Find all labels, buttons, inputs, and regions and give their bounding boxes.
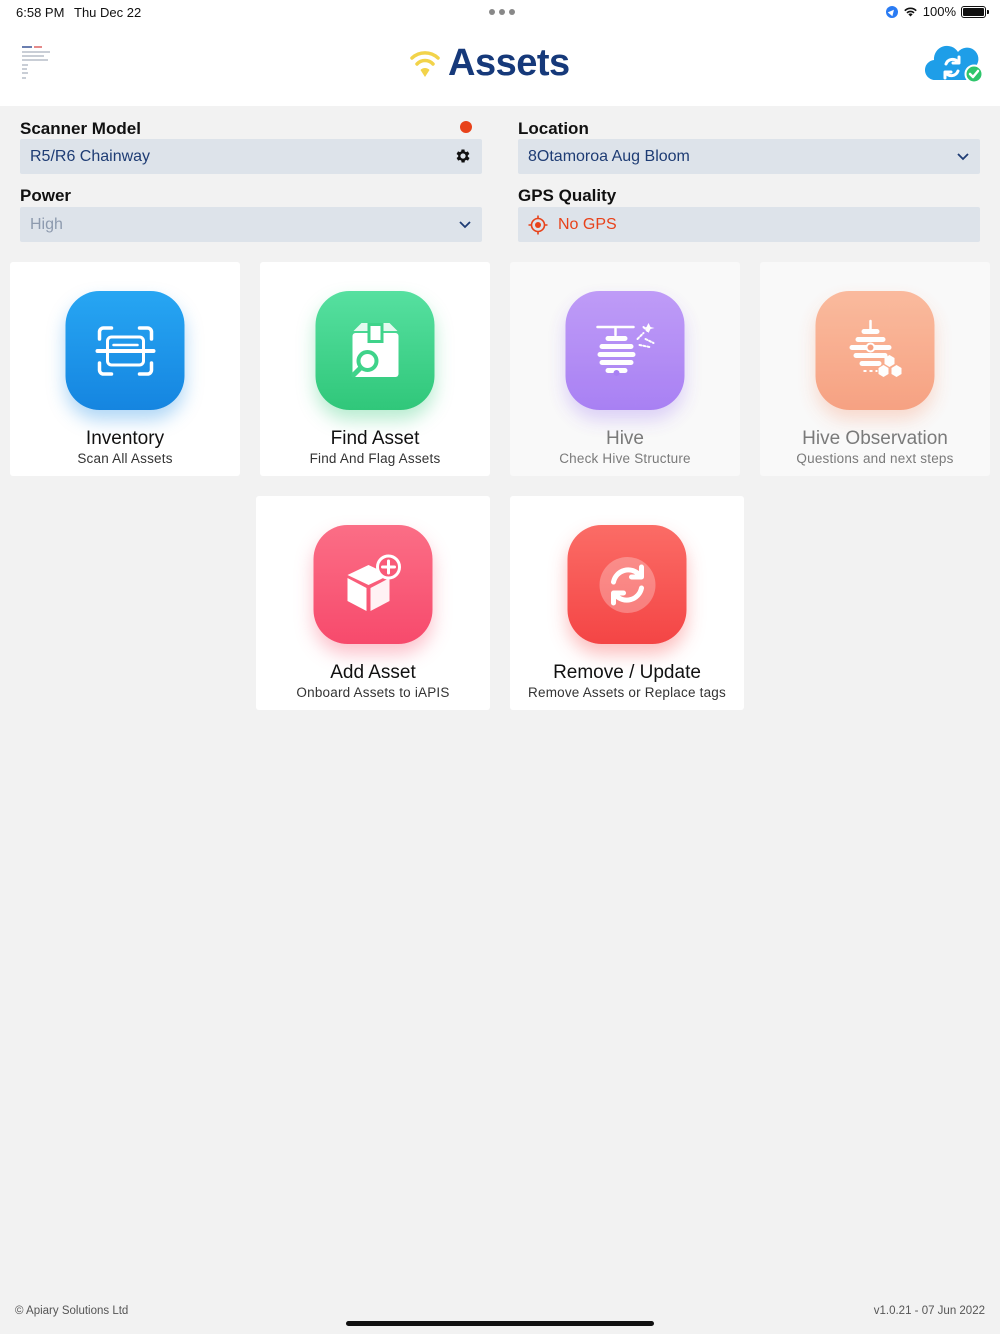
beehive-icon	[565, 291, 685, 410]
location-value: 8Otamoroa Aug Bloom	[528, 147, 690, 165]
find-asset-card[interactable]: Find Asset Find And Flag Assets	[260, 262, 490, 476]
card-subtitle: Scan All Assets	[77, 451, 173, 466]
copyright-text: © Apiary Solutions Ltd	[15, 1305, 129, 1317]
location-select[interactable]: 8Otamoroa Aug Bloom	[518, 139, 980, 174]
scan-icon	[65, 291, 185, 410]
status-bar: 6:58 PM Thu Dec 22 100%	[0, 0, 1000, 24]
card-title: Inventory	[85, 428, 165, 449]
power-select[interactable]: High	[20, 207, 482, 242]
power-label: Power	[20, 186, 72, 205]
card-subtitle: Onboard Assets to iAPIS	[296, 685, 450, 700]
multitask-dots-icon[interactable]	[489, 9, 515, 15]
version-text: v1.0.21 - 07 Jun 2022	[873, 1305, 985, 1317]
card-subtitle: Questions and next steps	[796, 451, 954, 466]
hive-observation-card[interactable]: Hive Observation Questions and next step…	[760, 262, 990, 476]
refresh-icon	[567, 525, 687, 644]
card-title: Remove / Update	[553, 662, 701, 683]
gps-quality-label: GPS Quality	[518, 186, 617, 205]
wifi-icon	[903, 7, 917, 17]
card-title: Add Asset	[330, 662, 416, 683]
chevron-down-icon	[957, 153, 969, 161]
scanner-model-field[interactable]: R5/R6 Chainway	[20, 139, 482, 174]
cloud-sync-icon[interactable]	[924, 42, 984, 86]
add-box-icon	[313, 525, 433, 644]
status-time: 6:58 PM	[16, 5, 65, 20]
gear-icon[interactable]	[454, 147, 472, 165]
location-label: Location	[518, 119, 589, 138]
gps-quality-value: No GPS	[558, 215, 617, 233]
wifi-signal-icon	[410, 50, 440, 77]
hive-observation-icon	[815, 291, 935, 410]
crosshair-icon	[528, 215, 548, 234]
app-header: Assets	[0, 24, 1000, 106]
battery-percent: 100%	[922, 4, 956, 19]
card-subtitle: Find And Flag Assets	[309, 451, 441, 466]
card-title: Hive	[605, 428, 644, 449]
location-arrow-icon	[885, 5, 898, 18]
chevron-down-icon	[459, 221, 471, 229]
card-subtitle: Remove Assets or Replace tags	[528, 685, 726, 700]
status-date: Thu Dec 22	[74, 5, 142, 20]
inventory-card[interactable]: Inventory Scan All Assets	[10, 262, 240, 476]
card-title: Find Asset	[330, 428, 420, 449]
remove-update-card[interactable]: Remove / Update Remove Assets or Replace…	[510, 496, 744, 710]
document-thumbnail-icon[interactable]	[22, 44, 52, 84]
scanner-model-value: R5/R6 Chainway	[30, 147, 151, 165]
add-asset-card[interactable]: Add Asset Onboard Assets to iAPIS	[256, 496, 490, 710]
battery-icon	[961, 5, 989, 18]
scanner-status-dot	[460, 121, 472, 133]
hive-card[interactable]: Hive Check Hive Structure	[510, 262, 740, 476]
home-indicator[interactable]	[346, 1321, 654, 1326]
card-title: Hive Observation	[802, 428, 948, 449]
gps-quality-field: No GPS	[518, 207, 980, 242]
page-title: Assets	[448, 42, 570, 84]
card-subtitle: Check Hive Structure	[559, 451, 691, 466]
search-box-icon	[315, 291, 435, 410]
scanner-model-label: Scanner Model	[20, 119, 141, 138]
power-value: High	[30, 215, 63, 233]
